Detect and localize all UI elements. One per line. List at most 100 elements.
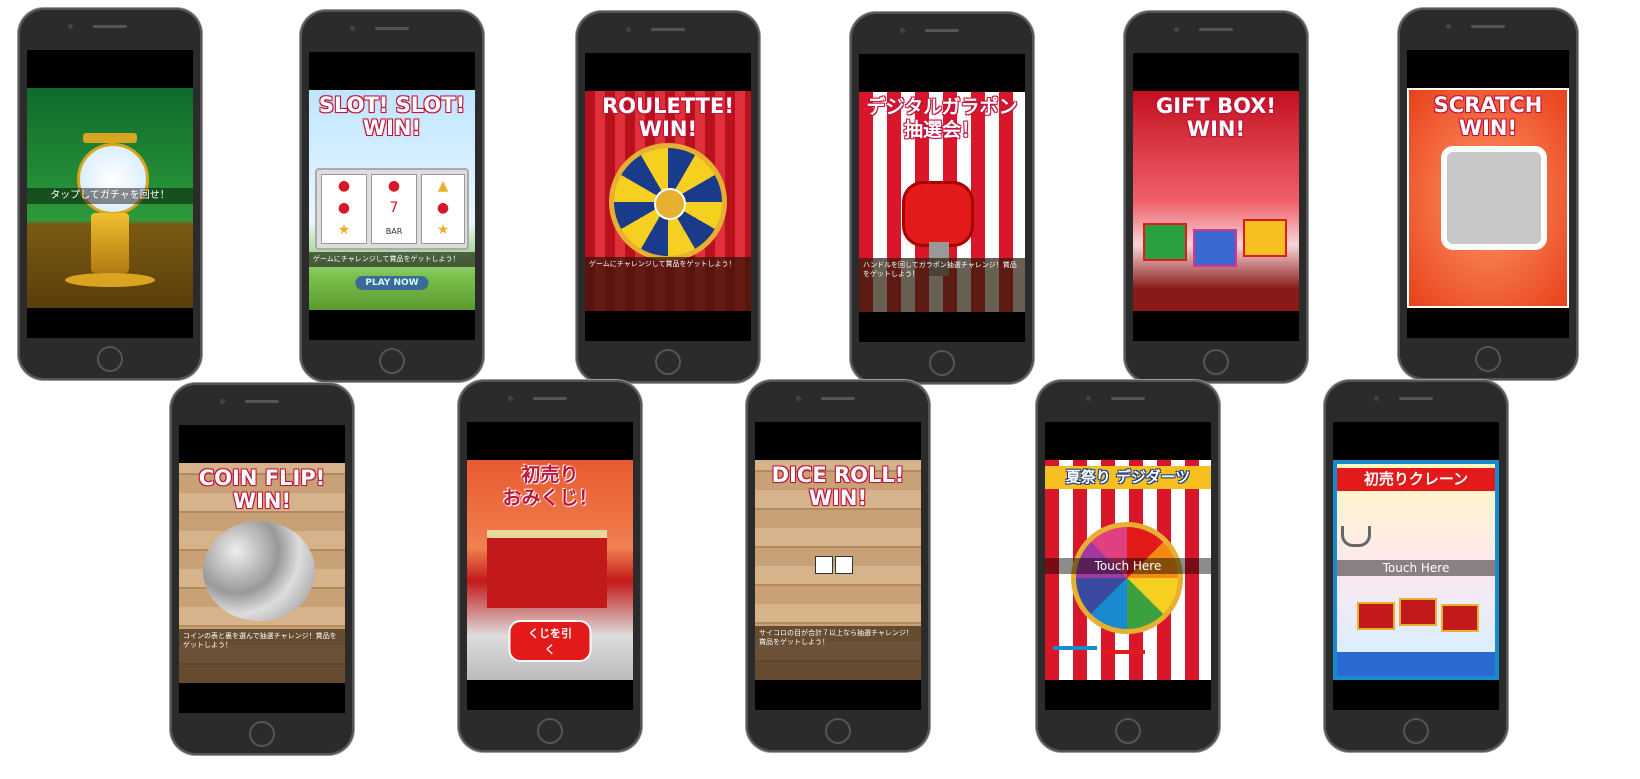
treasure-chest-icon (1357, 602, 1395, 630)
speaker-icon (925, 29, 959, 32)
camera-icon (900, 28, 905, 33)
reel-1: ● ● ★ (321, 174, 367, 244)
speaker-icon (533, 397, 567, 400)
phone-slot: SLOT! SLOT! WIN! ● ● ★ ● 7 BAR ▲ ● ★ ゲームにチャレンジ… (300, 10, 484, 382)
phone-gacha: タップしてガチャを回せ！ (18, 8, 202, 380)
home-button[interactable] (1403, 718, 1429, 744)
coinflip-game[interactable]: COIN FLIP! WIN! コインの表と裏を選んで抽選チャレンジ！賞品をゲッ… (179, 463, 345, 683)
phone-crane: 初売りクレーン Touch Here (1324, 380, 1508, 752)
phone-roulette: ROULETTE! WIN! ゲームにチャレンジして賞品をゲットしよう！ (576, 11, 760, 383)
gift-box-icon[interactable] (1243, 219, 1287, 257)
home-button[interactable] (97, 346, 123, 372)
crane-game[interactable]: 初売りクレーン Touch Here (1333, 460, 1499, 680)
dart-wheel[interactable] (1071, 522, 1183, 634)
home-button[interactable] (655, 349, 681, 375)
treasure-chest-icon (1441, 604, 1479, 632)
game-caption: ゲームにチャレンジして賞品をゲットしよう！ (309, 252, 475, 267)
screen: デジタルガラポン 抽選会！ ハンドルを回してガラポン抽選チャレンジ！賞品をゲット… (859, 54, 1025, 342)
camera-icon (1174, 27, 1179, 32)
slot-reels: ● ● ★ ● 7 BAR ▲ ● ★ (315, 168, 469, 250)
slot-game[interactable]: SLOT! SLOT! WIN! ● ● ★ ● 7 BAR ▲ ● ★ ゲームにチャレンジ… (309, 90, 475, 310)
screen: GIFT BOX! WIN! (1133, 53, 1299, 341)
gift-box-icon[interactable] (1143, 223, 1187, 261)
game-title: 初売り おみくじ！ (502, 464, 598, 509)
home-button[interactable] (1475, 346, 1501, 372)
phone-scratch: SCRATCH WIN! (1398, 8, 1578, 380)
touch-prompt[interactable]: Touch Here (1045, 558, 1211, 574)
home-button[interactable] (1115, 718, 1141, 744)
coin-pile-icon[interactable] (203, 521, 315, 621)
dice-icon[interactable] (835, 556, 853, 574)
gachapon-game[interactable]: デジタルガラポン 抽選会！ ハンドルを回してガラポン抽選チャレンジ！賞品をゲット… (859, 92, 1025, 312)
game-title: デジタルガラポン 抽選会！ (866, 96, 1018, 141)
treasure-chest-icon (1399, 598, 1437, 626)
speaker-icon (651, 28, 685, 31)
game-title: COIN FLIP! WIN! (198, 466, 326, 513)
darts-game[interactable]: 夏祭り デジダーツ Touch Here (1045, 460, 1211, 680)
home-button[interactable] (249, 721, 275, 747)
home-button[interactable] (825, 718, 851, 744)
dice-game[interactable]: DICE ROLL! WIN! サイコロの目が合計７以上なら抽選チャレンジ！賞品… (755, 460, 921, 680)
phone-dice: DICE ROLL! WIN! サイコロの目が合計７以上なら抽選チャレンジ！賞品… (746, 380, 930, 752)
phone-giftbox: GIFT BOX! WIN! (1124, 11, 1308, 383)
gift-box-icon[interactable] (1193, 229, 1237, 267)
lottery-drum-icon[interactable] (905, 184, 971, 244)
phone-omikuji: 初売り おみくじ！ くじを引く (458, 380, 642, 752)
game-title: 初売りクレーン (1337, 468, 1495, 491)
crane-claw-icon (1341, 526, 1371, 547)
phone-darts: 夏祭り デジダーツ Touch Here (1036, 380, 1220, 752)
screen: 初売りクレーン Touch Here (1333, 422, 1499, 710)
camera-icon (1446, 24, 1451, 29)
touch-prompt[interactable]: タップしてガチャを回せ！ (27, 188, 193, 204)
speaker-icon (93, 25, 127, 28)
omikuji-game[interactable]: 初売り おみくじ！ くじを引く (467, 460, 633, 680)
game-title: SLOT! SLOT! WIN! (318, 93, 466, 140)
camera-icon (796, 396, 801, 401)
draw-lot-button[interactable]: くじを引く (508, 620, 592, 662)
camera-icon (1086, 396, 1091, 401)
phone-coinflip: COIN FLIP! WIN! コインの表と裏を選んで抽選チャレンジ！賞品をゲッ… (170, 383, 354, 755)
home-button[interactable] (929, 350, 955, 376)
game-title: SCRATCH WIN! (1433, 93, 1543, 140)
game-caption: サイコロの目が合計７以上なら抽選チャレンジ！賞品をゲットしよう！ (755, 626, 921, 680)
screen: SCRATCH WIN! (1407, 50, 1569, 338)
gacha-machine-icon (65, 133, 155, 287)
reel-2: ● 7 BAR (371, 174, 417, 244)
phone-gachapon: デジタルガラポン 抽選会！ ハンドルを回してガラポン抽選チャレンジ！賞品をゲット… (850, 12, 1034, 384)
roulette-wheel[interactable] (609, 143, 727, 261)
camera-icon (1374, 396, 1379, 401)
dart-icon (1101, 650, 1145, 654)
giftbox-game[interactable]: GIFT BOX! WIN! (1133, 91, 1299, 311)
game-title: DICE ROLL! WIN! (771, 463, 905, 510)
speaker-icon (821, 397, 855, 400)
home-button[interactable] (537, 718, 563, 744)
speaker-icon (1111, 397, 1145, 400)
roulette-game[interactable]: ROULETTE! WIN! ゲームにチャレンジして賞品をゲットしよう！ (585, 91, 751, 311)
play-now-button[interactable]: PLAY NOW (355, 276, 429, 290)
camera-icon (350, 26, 355, 31)
speaker-icon (245, 400, 279, 403)
dart-icon (1053, 646, 1097, 650)
camera-icon (508, 396, 513, 401)
speaker-icon (1399, 397, 1433, 400)
game-caption: ゲームにチャレンジして賞品をゲットしよう！ (585, 257, 751, 311)
speaker-icon (375, 27, 409, 30)
screen: 夏祭り デジダーツ Touch Here (1045, 422, 1211, 710)
home-button[interactable] (379, 348, 405, 374)
touch-prompt[interactable]: Touch Here (1337, 560, 1495, 576)
game-title: 夏祭り デジダーツ (1045, 466, 1211, 489)
gacha-game[interactable]: タップしてガチャを回せ！ (27, 88, 193, 308)
dice-icon[interactable] (815, 556, 833, 574)
camera-icon (626, 27, 631, 32)
game-title: GIFT BOX! WIN! (1156, 94, 1276, 141)
screen: DICE ROLL! WIN! サイコロの目が合計７以上なら抽選チャレンジ！賞品… (755, 422, 921, 710)
scratch-area[interactable] (1441, 146, 1547, 250)
camera-icon (68, 24, 73, 29)
game-title: ROULETTE! WIN! (602, 94, 734, 141)
shrine-icon (487, 530, 607, 608)
scratch-game[interactable]: SCRATCH WIN! (1407, 88, 1569, 308)
speaker-icon (1199, 28, 1233, 31)
screen: SLOT! SLOT! WIN! ● ● ★ ● 7 BAR ▲ ● ★ ゲームにチャレンジ… (309, 52, 475, 340)
screen: 初売り おみくじ！ くじを引く (467, 422, 633, 710)
home-button[interactable] (1203, 349, 1229, 375)
